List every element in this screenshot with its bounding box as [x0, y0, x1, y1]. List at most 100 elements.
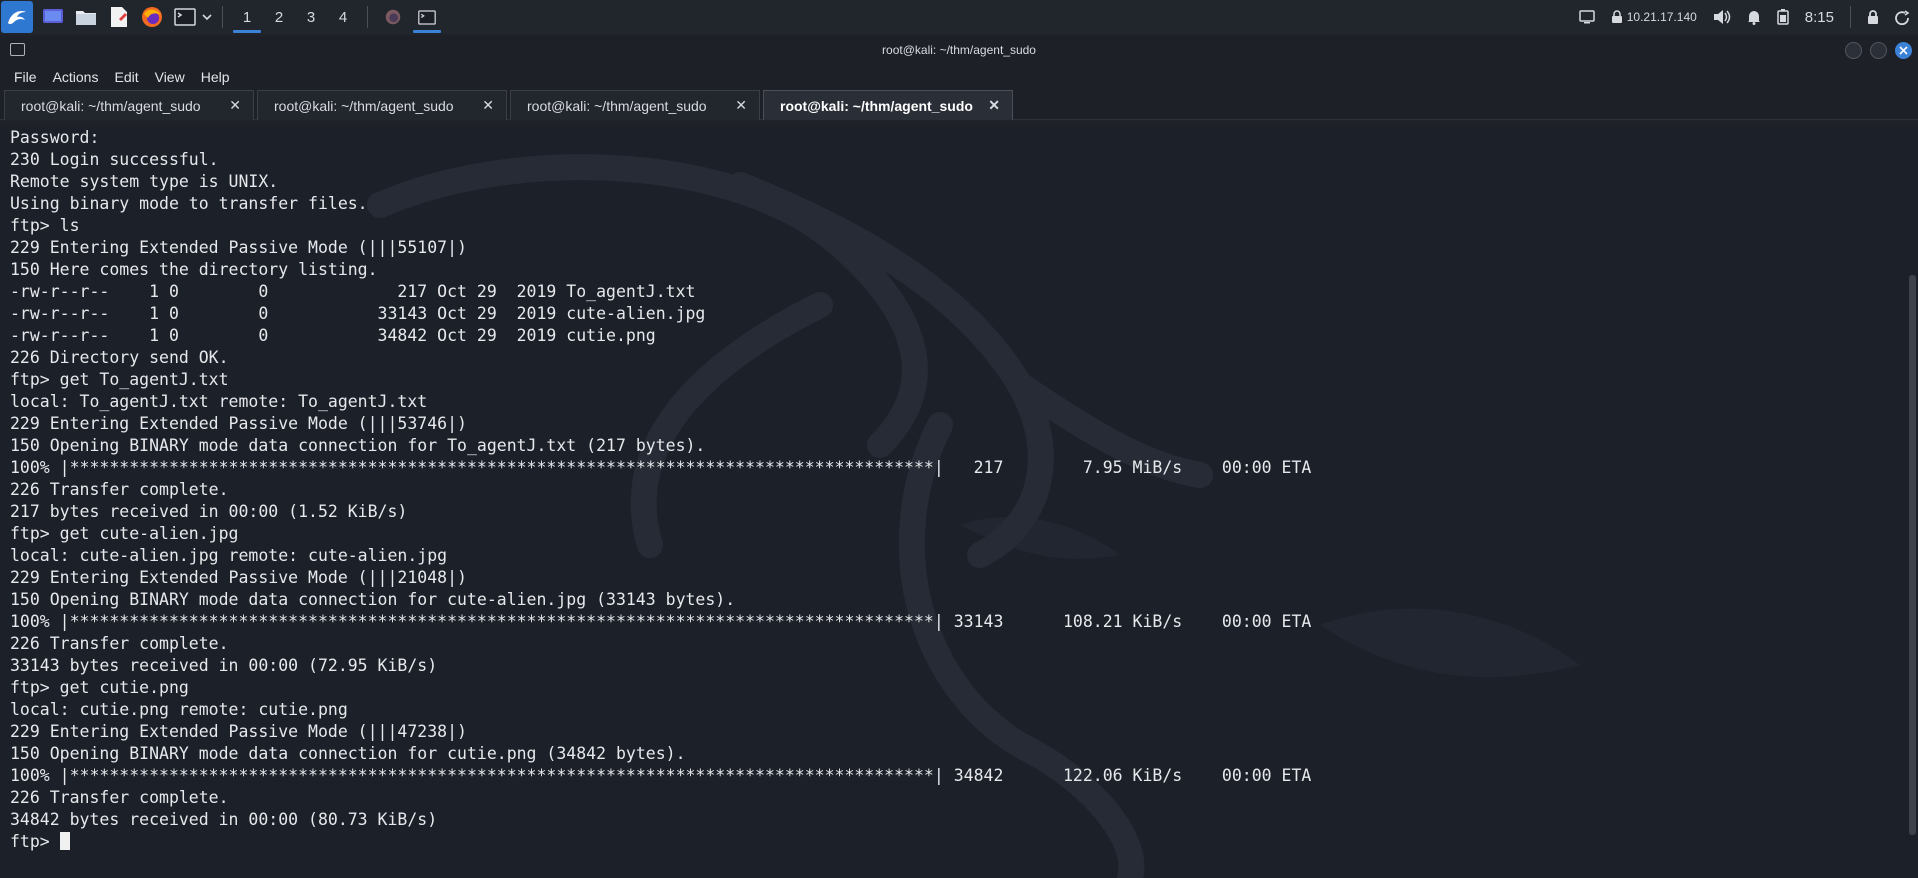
terminal-tab-4[interactable]: root@kali: ~/thm/agent_sudo ✕ [763, 90, 1013, 120]
taskbar-terminal[interactable] [410, 0, 444, 34]
terminal-line: ftp> get cute-alien.jpg [10, 524, 239, 543]
volume-button[interactable] [1705, 0, 1739, 34]
display-button[interactable] [1571, 0, 1603, 34]
tab-close-icon[interactable]: ✕ [482, 97, 494, 114]
menu-help[interactable]: Help [193, 69, 238, 85]
panel-separator [1850, 6, 1851, 28]
terminal-tab-3[interactable]: root@kali: ~/thm/agent_sudo ✕ [510, 90, 760, 120]
show-desktop-button[interactable] [40, 4, 66, 30]
close-window-button[interactable] [1895, 42, 1912, 59]
logout-icon [1895, 9, 1910, 25]
panel-left: 1 2 3 4 [0, 0, 444, 34]
battery-button[interactable] [1769, 0, 1797, 34]
terminal-line: 100% |**********************************… [10, 458, 1312, 477]
file-manager-button[interactable] [73, 4, 99, 30]
tab-close-icon[interactable]: ✕ [735, 97, 747, 114]
firefox-button[interactable] [139, 4, 165, 30]
workspace-1[interactable]: 1 [231, 0, 263, 34]
menu-view[interactable]: View [147, 69, 193, 85]
terminal-line: -rw-r--r-- 1 0 0 217 Oct 29 2019 To_agen… [10, 282, 696, 301]
terminal-line: 34842 bytes received in 00:00 (80.73 KiB… [10, 810, 438, 829]
terminal-line: Remote system type is UNIX. [10, 172, 279, 191]
terminal-line: 100% |**********************************… [10, 766, 1312, 785]
close-icon [1899, 46, 1908, 55]
menu-edit[interactable]: Edit [106, 69, 146, 85]
terminal-line: 217 bytes received in 00:00 (1.52 KiB/s) [10, 502, 408, 521]
text-editor-button[interactable] [106, 4, 132, 30]
firefox-icon [142, 7, 162, 27]
taskbar-firefox[interactable] [376, 0, 410, 34]
terminal-line: 229 Entering Extended Passive Mode (|||4… [10, 722, 467, 741]
file-manager-icon [76, 11, 96, 25]
panel-separator [222, 6, 223, 28]
tab-label: root@kali: ~/thm/agent_sudo [527, 97, 707, 114]
terminal-line: 226 Transfer complete. [10, 788, 229, 807]
clock[interactable]: 8:15 [1797, 0, 1842, 34]
volume-icon [1713, 10, 1731, 24]
text-editor-icon [111, 7, 127, 27]
power-button[interactable] [1887, 0, 1918, 34]
lock-icon [1611, 10, 1622, 23]
terminal-line: 226 Transfer complete. [10, 480, 229, 499]
terminal-line: 226 Transfer complete. [10, 634, 229, 653]
terminal-window-icon [10, 43, 25, 56]
notifications-button[interactable] [1739, 0, 1769, 34]
terminal-tab-1[interactable]: root@kali: ~/thm/agent_sudo ✕ [4, 90, 254, 120]
terminal-line: 150 Opening BINARY mode data connection … [10, 590, 736, 609]
kali-dragon-icon [8, 11, 26, 25]
chevron-down-icon [202, 14, 212, 21]
terminal-prompt: ftp> [10, 832, 60, 851]
terminal-line: ftp> ls [10, 216, 80, 235]
menubar: File Actions Edit View Help [0, 64, 1918, 90]
lock-icon [1868, 9, 1878, 24]
top-panel: 1 2 3 4 10.21.17.140 8:15 [0, 0, 1918, 34]
lock-screen-button[interactable] [1859, 0, 1887, 34]
window-titlebar[interactable]: root@kali: ~/thm/agent_sudo [0, 36, 1918, 64]
display-icon [1578, 10, 1595, 24]
terminal-line: local: cute-alien.jpg remote: cute-alien… [10, 546, 448, 565]
terminal-scrollbar[interactable] [1909, 275, 1916, 835]
tab-close-icon[interactable]: ✕ [988, 97, 1000, 114]
terminal-line: 33143 bytes received in 00:00 (72.95 KiB… [10, 656, 438, 675]
vpn-ip-address: 10.21.17.140 [1626, 10, 1697, 24]
terminal-prompt-line[interactable]: ftp> [10, 831, 1890, 853]
terminal-line: Using binary mode to transfer files. [10, 194, 368, 213]
terminal-line: -rw-r--r-- 1 0 0 34842 Oct 29 2019 cutie… [10, 326, 656, 345]
workspace-4[interactable]: 4 [327, 0, 359, 34]
terminal-launcher-button[interactable] [172, 4, 198, 30]
terminal-icon [174, 8, 196, 26]
desktop-icon [43, 9, 63, 23]
workspace-2[interactable]: 2 [263, 0, 295, 34]
terminal-line: local: To_agentJ.txt remote: To_agentJ.t… [10, 392, 428, 411]
terminal-line: 229 Entering Extended Passive Mode (|||5… [10, 238, 467, 257]
terminal-lines: Password: 230 Login successful. Remote sys… [10, 127, 1890, 853]
terminal-line: 150 Opening BINARY mode data connection … [10, 744, 686, 763]
terminal-output[interactable]: Password: 230 Login successful. Remote sys… [0, 125, 1918, 878]
terminal-line: -rw-r--r-- 1 0 0 33143 Oct 29 2019 cute-… [10, 304, 706, 323]
menu-actions[interactable]: Actions [45, 69, 107, 85]
terminal-line: 230 Login successful. [10, 150, 219, 169]
tab-label: root@kali: ~/thm/agent_sudo [274, 97, 454, 114]
bell-icon [1747, 11, 1760, 25]
tab-bar: root@kali: ~/thm/agent_sudo ✕ root@kali:… [0, 90, 1918, 120]
vpn-indicator[interactable]: 10.21.17.140 [1603, 0, 1705, 34]
tab-close-icon[interactable]: ✕ [229, 97, 241, 114]
kali-menu-button[interactable] [1, 1, 33, 33]
workspace-3[interactable]: 3 [295, 0, 327, 34]
terminal-line: ftp> get cutie.png [10, 678, 189, 697]
terminal-line: local: cutie.png remote: cutie.png [10, 700, 348, 719]
terminal-line: 150 Here comes the directory listing. [10, 260, 378, 279]
terminal-tab-2[interactable]: root@kali: ~/thm/agent_sudo ✕ [257, 90, 507, 120]
maximize-button[interactable] [1870, 42, 1887, 59]
tab-label: root@kali: ~/thm/agent_sudo [780, 97, 973, 114]
minimize-button[interactable] [1845, 42, 1862, 59]
panel-separator [367, 6, 368, 28]
terminal-line: Password: [10, 128, 100, 147]
battery-icon [1777, 9, 1789, 25]
terminal-line: 150 Opening BINARY mode data connection … [10, 436, 706, 455]
terminal-icon [418, 9, 436, 25]
terminal-line: ftp> get To_agentJ.txt [10, 370, 229, 389]
launcher-more-button[interactable] [200, 4, 214, 30]
menu-file[interactable]: File [6, 69, 45, 85]
terminal-cursor [59, 832, 70, 850]
